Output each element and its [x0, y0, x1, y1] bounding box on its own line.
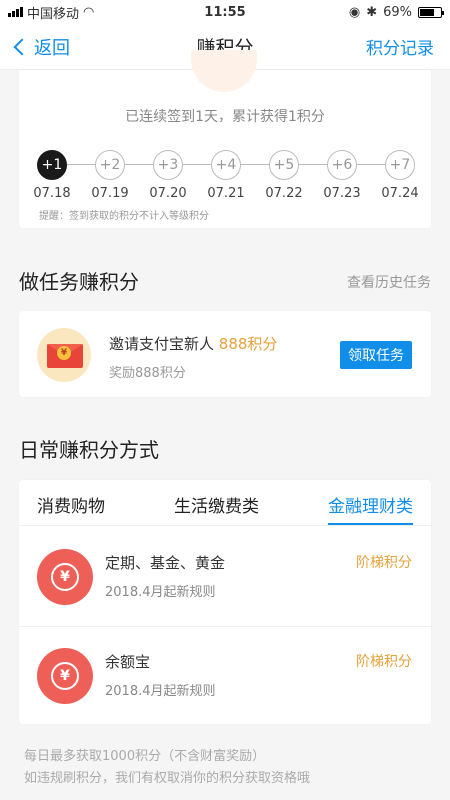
tab-finance[interactable]: 金融理财类	[328, 480, 413, 525]
coin-icon: ¥	[57, 346, 71, 360]
status-time: 11:55	[204, 4, 246, 20]
task-history-link[interactable]: 查看历史任务	[347, 272, 431, 292]
checkin-day-date: 07.19	[91, 186, 129, 201]
checkin-day-node: +7	[385, 150, 415, 180]
methods-tabs: 消费购物 生活缴费类 金融理财类	[19, 480, 431, 526]
checkin-day-node: +2	[95, 150, 125, 180]
red-envelope-icon: ¥	[37, 328, 91, 382]
back-button[interactable]: 返回	[13, 34, 70, 60]
rotation-lock-icon: ◉	[348, 4, 361, 20]
status-right: ◉ ✱ 69%	[292, 4, 444, 20]
checkin-day-node: +5	[269, 150, 299, 180]
bluetooth-icon: ✱	[366, 4, 378, 20]
method-item[interactable]: ¥ 余额宝 2018.4月起新规则 阶梯积分	[19, 626, 431, 724]
chevron-left-icon	[13, 38, 31, 55]
method-rule: 2018.4月起新规则	[105, 684, 216, 699]
tab-bill-payment[interactable]: 生活缴费类	[174, 480, 259, 525]
checkin-day-node: +1	[37, 150, 67, 180]
checkin-day-date: 07.21	[207, 186, 245, 201]
carrier-label: 中国移动	[27, 6, 80, 22]
task-card: ¥ 邀请支付宝新人 888积分 奖励888积分 领取任务	[19, 311, 431, 397]
status-bar: 中国移动 ◠ 11:55 ◉ ✱ 69%	[0, 0, 450, 24]
status-left: 中国移动 ◠	[8, 3, 158, 22]
tab-shopping[interactable]: 消费购物	[37, 480, 105, 525]
checkin-header-decoration	[191, 50, 257, 92]
yuan-icon: ¥	[37, 648, 93, 704]
checkin-day-date: 07.20	[149, 186, 187, 201]
checkin-day-date: 07.23	[323, 186, 361, 201]
yuan-symbol: ¥	[51, 563, 79, 591]
checkin-day-date: 07.24	[381, 186, 419, 201]
yuan-icon: ¥	[37, 549, 93, 605]
checkin-day-node: +3	[153, 150, 183, 180]
tasks-section-title: 做任务赚积分	[19, 270, 139, 294]
task-points: 888积分	[218, 335, 278, 353]
task-name: 邀请支付宝新人 888积分	[109, 333, 277, 354]
task-name-label: 邀请支付宝新人	[109, 335, 215, 353]
method-item[interactable]: ¥ 定期、基金、黄金 2018.4月起新规则 阶梯积分	[19, 528, 431, 626]
checkin-day-date: 07.22	[265, 186, 303, 201]
checkin-tip: 提醒：签到获取的积分不计入等级积分	[39, 211, 209, 222]
checkin-day-date: 07.18	[33, 186, 71, 201]
checkin-timeline: +1 +2 +3 +4 +5 +6 +7	[37, 150, 415, 180]
points-record-link[interactable]: 积分记录	[366, 34, 434, 59]
yuan-symbol: ¥	[51, 662, 79, 690]
method-rule: 2018.4月起新规则	[105, 585, 216, 600]
battery-percent: 69%	[383, 4, 412, 20]
methods-section-title: 日常赚积分方式	[19, 438, 159, 462]
methods-card: 消费购物 生活缴费类 金融理财类 ¥ 定期、基金、黄金 2018.4月起新规则 …	[19, 480, 431, 724]
checkin-day-node: +6	[327, 150, 357, 180]
checkin-summary: 已连续签到1天，累计获得1积分	[125, 109, 325, 125]
back-label: 返回	[34, 37, 70, 59]
method-tag: 阶梯积分	[356, 654, 412, 670]
footer-note-rules: 如违规刷积分，我们有权取消你的积分获取资格哦	[24, 771, 311, 786]
wifi-icon: ◠	[83, 4, 95, 20]
task-reward: 奖励888积分	[109, 366, 186, 381]
battery-icon	[418, 6, 444, 18]
method-name: 余额宝	[105, 653, 151, 671]
method-tag: 阶梯积分	[356, 555, 412, 571]
signal-icon	[8, 7, 23, 17]
claim-task-button[interactable]: 领取任务	[340, 341, 412, 369]
checkin-day-node: +4	[211, 150, 241, 180]
checkin-card: 已连续签到1天，累计获得1积分 +1 +2 +3 +4 +5 +6 +7 07.18 07.1…	[19, 50, 431, 228]
method-name: 定期、基金、黄金	[105, 554, 226, 572]
footer-note-limit: 每日最多获取1000积分（不含财富奖励）	[24, 749, 266, 764]
